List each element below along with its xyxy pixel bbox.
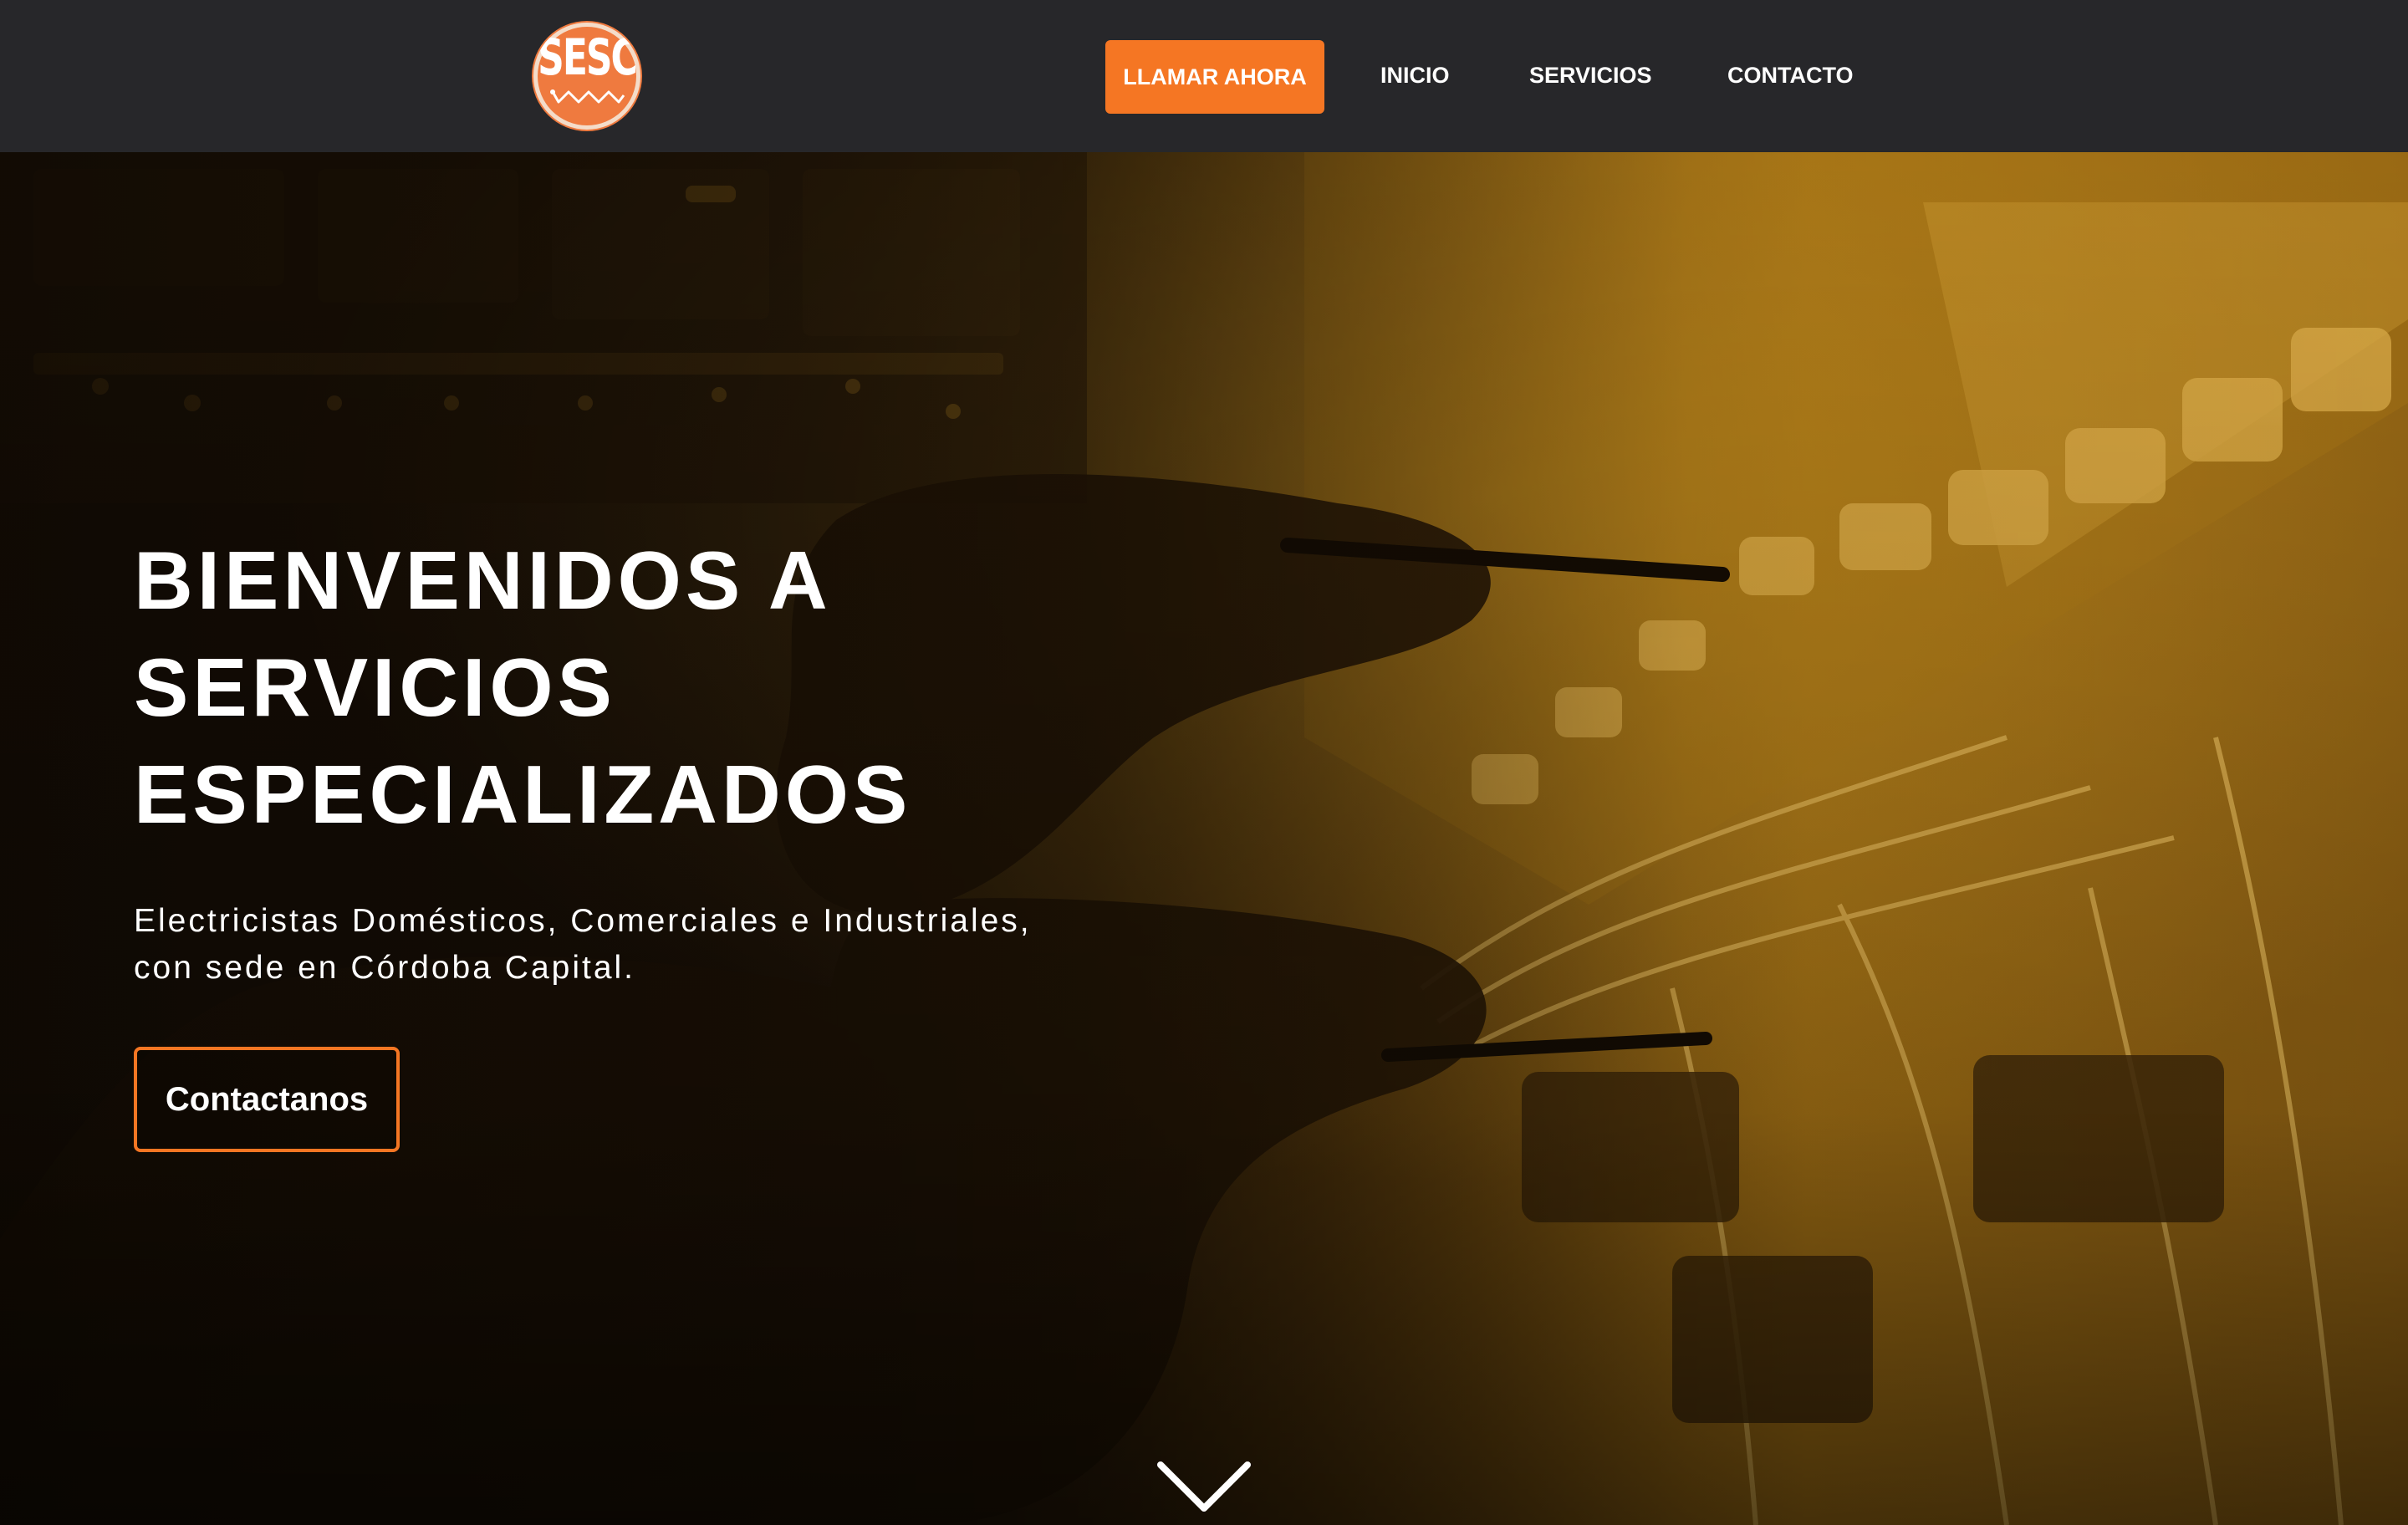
site-header: SESC LLAMAR AHORA INICIO SERVICIOS CONTA… xyxy=(0,0,2408,152)
hero-subtitle: Electricistas Domésticos, Comerciales e … xyxy=(134,898,1187,992)
hero-title-line: BIENVENIDOS A xyxy=(134,534,832,626)
chevron-down-icon[interactable] xyxy=(1154,1456,1254,1523)
nav-item-inicio[interactable]: INICIO xyxy=(1380,63,1450,89)
logo-text: SESC xyxy=(538,28,638,87)
page: SESC LLAMAR AHORA INICIO SERVICIOS CONTA… xyxy=(0,0,2408,1525)
main-nav: LLAMAR AHORA xyxy=(1105,40,1324,114)
sesc-logo-icon[interactable]: SESC xyxy=(533,23,640,130)
nav-item-contacto[interactable]: CONTACTO xyxy=(1727,63,1854,89)
hero-title-line: ESPECIALIZADOS xyxy=(134,748,912,840)
contact-us-button[interactable]: Contactanos xyxy=(134,1047,400,1152)
hero-subtitle-line: Electricistas Domésticos, Comerciales e … xyxy=(134,903,1032,939)
nav-item-servicios[interactable]: SERVICIOS xyxy=(1529,63,1652,89)
hero-section: BIENVENIDOS A SERVICIOS ESPECIALIZADOS E… xyxy=(0,152,2408,1525)
call-now-button[interactable]: LLAMAR AHORA xyxy=(1105,40,1324,114)
logo-wave-icon xyxy=(550,89,625,104)
hero-title-line: SERVICIOS xyxy=(134,641,616,733)
hero-title: BIENVENIDOS A SERVICIOS ESPECIALIZADOS xyxy=(134,527,1054,848)
hero-subtitle-line: con sede en Córdoba Capital. xyxy=(134,950,636,986)
